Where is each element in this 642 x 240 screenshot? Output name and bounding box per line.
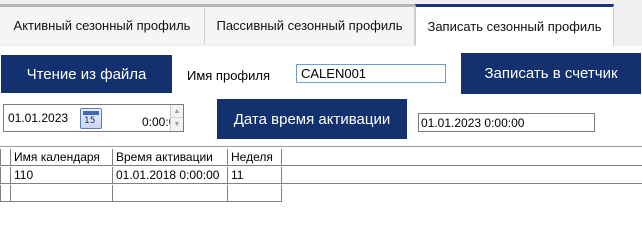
profile-name-input[interactable] <box>296 64 446 83</box>
tab-label: Записать сезонный профиль <box>427 19 602 34</box>
activation-datetime-button[interactable]: Дата время активации <box>217 99 407 139</box>
spin-up-icon[interactable]: ▲ <box>171 105 183 118</box>
calendar-day: 15 <box>84 116 96 126</box>
cell-activation-time[interactable]: 01.01.2018 0:00:00 <box>113 167 228 184</box>
grid-header-row: Имя календаря Время активации Неделя <box>0 149 642 166</box>
cell-filler <box>282 167 642 184</box>
tab-strip: Активный сезонный профиль Пассивный сезо… <box>0 0 642 46</box>
calendar-icon[interactable]: 15 <box>80 108 102 129</box>
time-spinner[interactable]: ▲ ▼ <box>170 105 183 131</box>
table-row-empty[interactable] <box>0 185 642 202</box>
row-header-cell[interactable] <box>0 167 11 184</box>
cell-week[interactable] <box>228 185 282 202</box>
column-header-week[interactable]: Неделя <box>228 149 282 166</box>
row-header-cell[interactable] <box>0 185 11 202</box>
table-row[interactable]: 110 01.01.2018 0:00:00 11 <box>0 167 642 184</box>
read-from-file-button[interactable]: Чтение из файла <box>1 55 172 93</box>
activation-datetime-field[interactable] <box>418 113 595 132</box>
cell-calendar-name[interactable]: 110 <box>11 167 113 184</box>
datetime-picker[interactable]: 01.01.2023 15 0:00:00 ▲ ▼ <box>3 104 184 132</box>
cell-activation-time[interactable] <box>113 185 228 202</box>
column-header-calendar-name[interactable]: Имя календаря <box>11 149 113 166</box>
tab-active-seasonal-profile[interactable]: Активный сезонный профиль <box>0 4 205 44</box>
row-header-cell <box>0 149 11 166</box>
profile-name-label: Имя профиля <box>187 68 271 83</box>
tab-label: Пассивный сезонный профиль <box>216 18 403 33</box>
calendar-grid[interactable]: Имя календаря Время активации Неделя 110… <box>0 146 642 202</box>
cell-week[interactable]: 11 <box>228 167 282 184</box>
spin-down-icon[interactable]: ▼ <box>171 118 183 131</box>
tab-label: Активный сезонный профиль <box>13 18 191 33</box>
tab-write-seasonal-profile[interactable]: Записать сезонный профиль <box>415 4 614 46</box>
date-value[interactable]: 01.01.2023 <box>8 111 68 125</box>
cell-calendar-name[interactable] <box>11 185 113 202</box>
tab-passive-seasonal-profile[interactable]: Пассивный сезонный профиль <box>205 4 415 44</box>
column-header-filler <box>282 149 642 166</box>
write-to-meter-button[interactable]: Записать в счетчик <box>461 53 641 94</box>
column-header-activation-time[interactable]: Время активации <box>113 149 228 166</box>
